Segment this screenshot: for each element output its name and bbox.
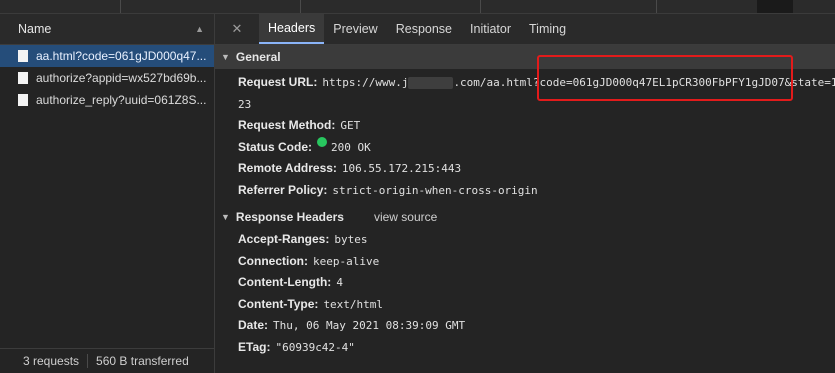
file-icon	[18, 72, 28, 84]
request-url-label: Request URL:	[238, 75, 318, 89]
status-success-icon	[317, 136, 328, 147]
name-header-label: Name	[18, 22, 52, 36]
header-value: Thu, 06 May 2021 08:39:09 GMT	[273, 319, 466, 332]
header-value: text/html	[323, 297, 384, 311]
request-row[interactable]: authorize?appid=wx527bd69b...	[0, 67, 214, 89]
header-name: Connection:	[238, 253, 308, 268]
details-tabbar: ✕ Headers Preview Response Initiator Tim…	[215, 14, 835, 45]
header-name: Content-Length:	[238, 275, 332, 289]
timeline-gridline	[120, 0, 121, 13]
status-code-value: 200 OK	[331, 140, 371, 154]
tab-initiator[interactable]: Initiator	[461, 14, 520, 44]
request-row[interactable]: aa.html?code=061gJD000q47...	[0, 45, 214, 67]
request-name: aa.html?code=061gJD000q47...	[36, 49, 207, 63]
timeline-overview[interactable]	[0, 0, 835, 14]
expand-caret-icon: ▼	[221, 52, 230, 62]
header-value: 4	[336, 276, 343, 289]
request-row[interactable]: authorize_reply?uuid=061Z8S...	[0, 89, 214, 111]
tab-preview[interactable]: Preview	[324, 14, 386, 44]
file-icon	[18, 50, 28, 62]
status-code-label: Status Code:	[238, 139, 313, 154]
expand-caret-icon: ▼	[221, 212, 230, 222]
tab-headers[interactable]: Headers	[259, 14, 325, 44]
file-icon	[18, 94, 28, 106]
response-headers-section-header[interactable]: ▼ Response Headers view source	[215, 205, 835, 229]
response-header-row: Date: Thu, 06 May 2021 08:39:09 GMT	[215, 315, 835, 337]
header-name: Date:	[238, 318, 269, 332]
referrer-policy-value: strict-origin-when-cross-origin	[332, 183, 538, 197]
close-details-button[interactable]: ✕	[215, 14, 259, 44]
header-value: keep-alive	[313, 254, 380, 268]
request-method-row: Request Method: GET	[215, 115, 835, 137]
status-bar: 3 requests 560 B transferred	[0, 348, 214, 373]
request-method-value: GET	[340, 119, 361, 132]
tab-response[interactable]: Response	[387, 14, 461, 44]
tab-timing[interactable]: Timing	[520, 14, 575, 44]
header-name: Content-Type:	[238, 296, 319, 311]
divider	[87, 354, 89, 368]
redacted-domain	[408, 77, 454, 89]
remote-address-value: 106.55.172.215:443	[341, 162, 462, 175]
request-url-prefix: https://www.j	[322, 76, 409, 89]
section-title: Response Headers	[235, 210, 344, 224]
response-header-row: Content-Type: text/html	[215, 294, 835, 316]
request-name: authorize_reply?uuid=061Z8S...	[36, 93, 207, 107]
status-code-row: Status Code: 200 OK	[215, 136, 835, 159]
section-title: General	[235, 50, 281, 64]
referrer-policy-label: Referrer Policy:	[238, 182, 328, 197]
header-name: Accept-Ranges:	[238, 232, 330, 246]
sort-ascending-icon: ▲	[195, 24, 204, 34]
highlight-annotation	[537, 55, 793, 101]
transferred-size: 560 B transferred	[96, 354, 189, 368]
request-name: authorize?appid=wx527bd69b...	[36, 71, 207, 85]
timeline-gridline	[480, 0, 481, 13]
request-url-wrap: 23	[238, 97, 252, 111]
timeline-gridline	[656, 0, 657, 13]
timeline-bar	[757, 0, 793, 13]
name-column-header[interactable]: Name ▲	[0, 14, 214, 45]
response-header-row: Content-Length: 4	[215, 272, 835, 294]
request-list-panel: Name ▲ aa.html?code=061gJD000q47... auth…	[0, 14, 215, 373]
referrer-policy-row: Referrer Policy: strict-origin-when-cros…	[215, 180, 835, 202]
header-value: bytes	[334, 233, 368, 246]
timeline-gridline	[300, 0, 301, 13]
remote-address-row: Remote Address: 106.55.172.215:443	[215, 158, 835, 180]
remote-address-label: Remote Address:	[238, 161, 337, 175]
header-value: "60939c42-4"	[275, 340, 355, 354]
view-source-link[interactable]: view source	[374, 210, 437, 224]
response-header-row: ETag: "60939c42-4"	[215, 337, 835, 359]
header-name: ETag:	[238, 339, 271, 354]
response-header-row: Accept-Ranges: bytes	[215, 229, 835, 251]
request-method-label: Request Method:	[238, 118, 336, 132]
response-header-row: Connection: keep-alive	[215, 251, 835, 273]
request-count: 3 requests	[23, 354, 80, 368]
close-icon: ✕	[231, 21, 243, 36]
